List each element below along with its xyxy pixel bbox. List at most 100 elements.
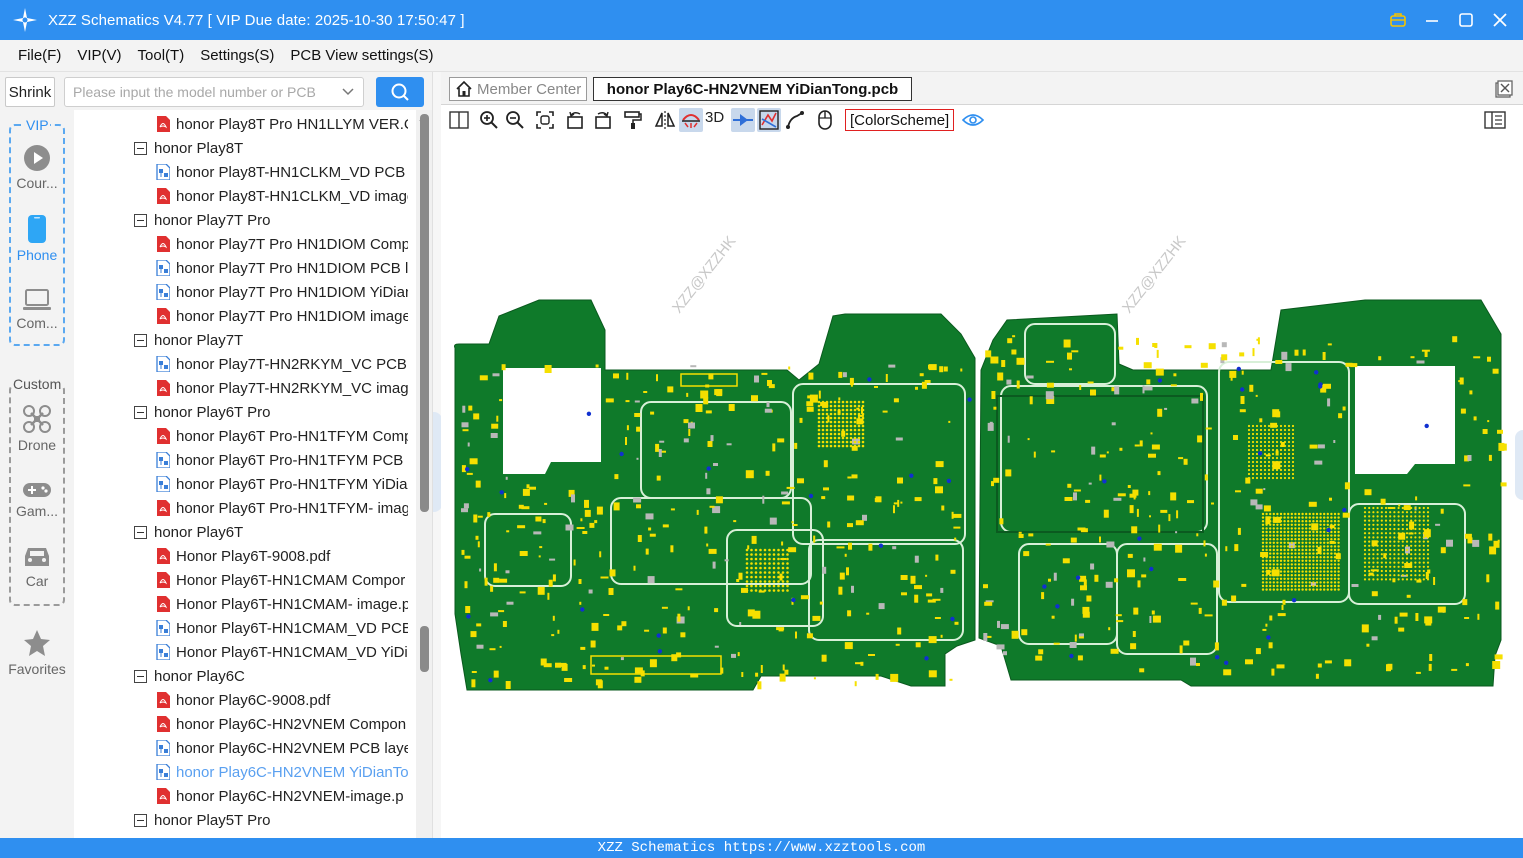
right-panel-handle[interactable] xyxy=(1515,430,1523,500)
tree-file[interactable]: honor Play6T Pro-HN1TFYM- imag xyxy=(156,496,408,520)
star-icon xyxy=(24,630,50,656)
split-view-icon[interactable] xyxy=(447,108,471,132)
trace-icon[interactable] xyxy=(783,108,807,132)
sidebar-item-computer[interactable]: Com... xyxy=(0,288,74,331)
collapse-toggle-icon[interactable] xyxy=(134,141,147,155)
pcb-bga-ball xyxy=(768,548,771,552)
tree-file[interactable]: honor Play7T Pro HN1DIOM PCB la xyxy=(156,256,408,280)
eye-icon[interactable] xyxy=(961,108,985,132)
shrink-button[interactable]: Shrink xyxy=(5,77,55,107)
tree-file[interactable]: honor Play6T Pro-HN1TFYM Comp xyxy=(156,424,408,448)
search-combo[interactable] xyxy=(64,77,364,107)
scroll-thumb-secondary[interactable] xyxy=(420,626,429,672)
tree-file[interactable]: honor Play8T Pro HN1LLYM VER.C xyxy=(156,112,408,136)
tree-folder[interactable]: honor Play7T xyxy=(134,328,243,352)
tree-file[interactable]: honor Play7T Pro HN1DIOM YiDian xyxy=(156,280,408,304)
pcb-bga-ball xyxy=(1397,506,1400,510)
chevron-down-icon[interactable] xyxy=(341,84,355,98)
collapse-toggle-icon[interactable] xyxy=(134,405,147,419)
collapse-toggle-icon[interactable] xyxy=(134,213,147,227)
panel-splitter[interactable] xyxy=(432,72,442,838)
tab-member-center[interactable]: Member Center xyxy=(449,77,587,101)
sidebar-item-games[interactable]: Gam... xyxy=(0,480,74,519)
pcb-bga-ball xyxy=(1301,581,1304,584)
tree-folder[interactable]: honor Play5T Pro xyxy=(134,808,270,832)
side-panel-icon[interactable] xyxy=(1483,108,1507,132)
tree-file[interactable]: honor Play6C-HN2VNEM Compon xyxy=(156,712,406,736)
tree-file[interactable]: Honor Play6T-9008.pdf xyxy=(156,544,330,568)
pcb-bga-ball xyxy=(1319,563,1322,566)
tree-folder[interactable]: honor Play8T xyxy=(134,136,243,160)
pcb-bga-ball xyxy=(857,440,861,444)
close-icon[interactable] xyxy=(1489,9,1511,31)
scroll-thumb[interactable] xyxy=(420,114,429,512)
collapse-toggle-icon[interactable] xyxy=(134,525,147,539)
view-3d-button[interactable]: 3D xyxy=(705,109,724,126)
pcb-bga-ball xyxy=(786,557,789,561)
tree-file[interactable]: honor Play6C-HN2VNEM YiDianTo xyxy=(156,760,408,784)
collapse-toggle-icon[interactable] xyxy=(134,669,147,683)
layers-icon[interactable] xyxy=(757,108,781,132)
search-button[interactable] xyxy=(376,77,424,107)
rotate-right-icon[interactable] xyxy=(591,108,615,132)
tree-file[interactable]: Honor Play6T-HN1CMAM- image.p xyxy=(156,592,408,616)
menu-tool[interactable]: Tool(T) xyxy=(130,47,193,64)
tree-file[interactable]: honor Play8T-HN1CLKM_VD PCB la xyxy=(156,160,408,184)
sidebar-item-car[interactable]: Car xyxy=(0,544,74,589)
pcb-bga-ball xyxy=(1279,472,1283,476)
sidebar-item-courses[interactable]: Cour... xyxy=(0,144,74,191)
sidebar-item-phone[interactable]: Phone xyxy=(0,214,74,263)
pcb-board-render[interactable] xyxy=(441,134,1523,838)
layer-flip-icon[interactable] xyxy=(679,108,703,132)
pcb-bga-ball xyxy=(1405,506,1409,510)
sidebar-item-drone[interactable]: Drone xyxy=(0,404,74,453)
tab-active-pcb[interactable]: honor Play6C-HN2VNEM YiDianTong.pcb xyxy=(593,77,912,101)
tree-file[interactable]: Honor Play6T-HN1CMAM_VD YiDi xyxy=(156,640,408,664)
tree-file[interactable]: honor Play6C-9008.pdf xyxy=(156,688,330,712)
pcb-pad xyxy=(915,386,918,390)
menu-settings[interactable]: Settings(S) xyxy=(192,47,282,64)
collapse-toggle-icon[interactable] xyxy=(134,333,147,347)
close-all-tabs-icon[interactable] xyxy=(1495,80,1513,98)
fit-icon[interactable] xyxy=(533,108,557,132)
menu-file[interactable]: File(F) xyxy=(10,47,69,64)
tree-folder[interactable]: honor Play6T xyxy=(134,520,243,544)
tree-file[interactable]: Honor Play6T-HN1CMAM Compor xyxy=(156,568,405,592)
tree-file[interactable]: Honor Play6T-HN1CMAM_VD PCB xyxy=(156,616,408,640)
tree-file[interactable]: honor Play7T Pro HN1DIOM image xyxy=(156,304,408,328)
tree-file[interactable]: honor Play6T Pro-HN1TFYM PCB la xyxy=(156,448,408,472)
mirror-icon[interactable] xyxy=(653,108,677,132)
pcb-pad xyxy=(573,559,576,566)
collapse-toggle-icon[interactable] xyxy=(134,813,147,827)
pcb-canvas[interactable]: XZZ@XZZHK XZZ@XZZHK xyxy=(441,134,1523,838)
search-input[interactable] xyxy=(65,78,335,106)
net-highlight-icon[interactable] xyxy=(731,108,755,132)
sidebar-item-favorites[interactable]: Favorites xyxy=(0,628,74,677)
pcb-bga-ball xyxy=(833,444,837,448)
tree-scrollbar[interactable] xyxy=(416,110,432,838)
mouse-icon[interactable] xyxy=(813,108,837,132)
menu-vip[interactable]: VIP(V) xyxy=(69,47,129,64)
tree-file[interactable]: honor Play6C-HN2VNEM PCB laye xyxy=(156,736,408,760)
tree-file[interactable]: honor Play7T Pro HN1DIOM Comp xyxy=(156,232,408,256)
pcb-bga-ball xyxy=(1276,512,1279,516)
vip-badge-icon[interactable] xyxy=(1387,9,1409,31)
maximize-icon[interactable] xyxy=(1455,9,1477,31)
pcb-bga-ball xyxy=(1283,456,1287,460)
tree-folder[interactable]: honor Play7T Pro xyxy=(134,208,270,232)
zoom-in-icon[interactable] xyxy=(477,108,501,132)
tree-folder[interactable]: honor Play6C xyxy=(134,664,245,688)
color-scheme-button[interactable]: [ColorScheme] xyxy=(845,109,955,131)
tree-file[interactable]: honor Play8T-HN1CLKM_VD image xyxy=(156,184,408,208)
minimize-icon[interactable] xyxy=(1421,9,1443,31)
paint-roller-icon[interactable] xyxy=(621,108,645,132)
tree-folder[interactable]: honor Play6T Pro xyxy=(134,400,270,424)
tree-file[interactable]: honor Play7T-HN2RKYM_VC PCB la xyxy=(156,352,408,376)
pcb-bga-ball xyxy=(1297,538,1301,541)
tree-file[interactable]: honor Play7T-HN2RKYM_VC image xyxy=(156,376,408,400)
rotate-left-icon[interactable] xyxy=(563,108,587,132)
tree-file[interactable]: honor Play6C-HN2VNEM-image.p xyxy=(156,784,404,808)
zoom-out-icon[interactable] xyxy=(503,108,527,132)
tree-file[interactable]: honor Play6T Pro-HN1TFYM YiDian xyxy=(156,472,408,496)
menu-pcb-view-settings[interactable]: PCB View settings(S) xyxy=(282,47,441,64)
